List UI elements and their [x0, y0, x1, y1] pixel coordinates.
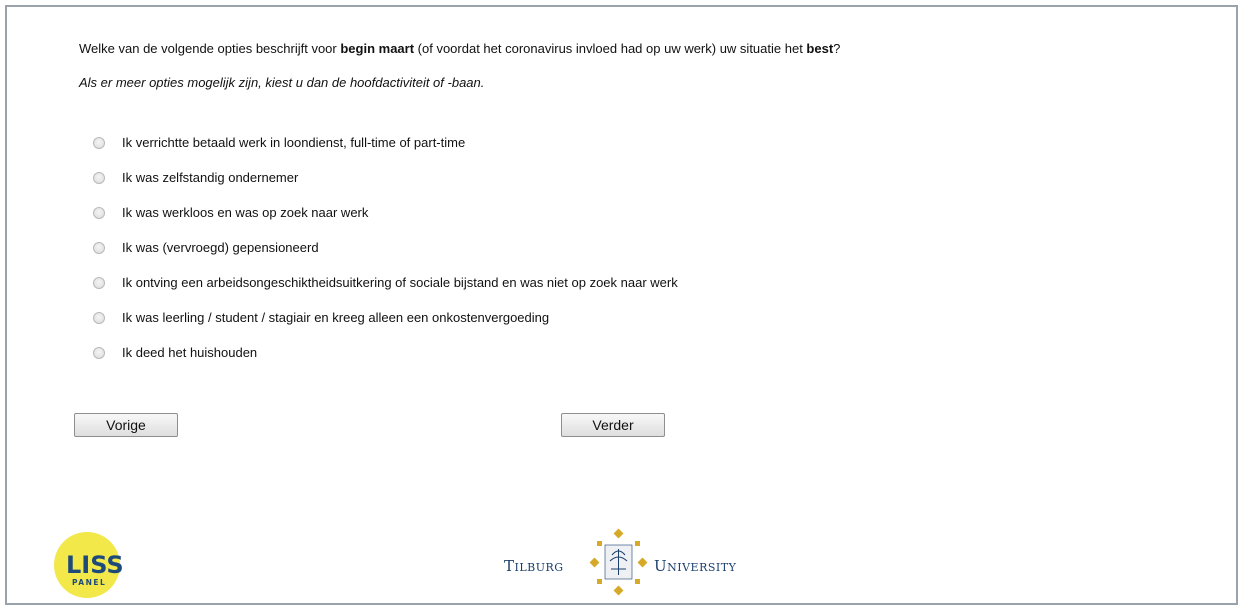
option-huishouden[interactable]: Ik deed het huishouden	[93, 335, 678, 370]
previous-button[interactable]: Vorige	[74, 413, 178, 437]
option-zelfstandig[interactable]: Ik was zelfstandig ondernemer	[93, 160, 678, 195]
tilburg-wordmark-left: Tilburg	[504, 557, 564, 575]
survey-frame: Welke van de volgende opties beschrijft …	[5, 5, 1238, 605]
option-werkloos[interactable]: Ik was werkloos en was op zoek naar werk	[93, 195, 678, 230]
option-gepensioneerd[interactable]: Ik was (vervroegd) gepensioneerd	[93, 230, 678, 265]
tilburg-emblem	[589, 528, 648, 596]
question-emphasis-best: best	[806, 41, 834, 56]
option-label: Ik was werkloos en was op zoek naar werk	[122, 205, 369, 220]
option-label: Ik verrichtte betaald werk in loondienst…	[122, 135, 466, 150]
tilburg-university-logo: Tilburg University	[504, 528, 737, 596]
radio-button[interactable]	[93, 346, 105, 359]
question-emphasis-begin-maart: begin maart	[340, 41, 415, 56]
radio-button[interactable]	[93, 206, 105, 219]
option-label: Ik ontving een arbeidsongeschiktheidsuit…	[122, 275, 678, 290]
radio-button[interactable]	[93, 136, 105, 149]
question-text: Welke van de volgende opties beschrijft …	[79, 41, 841, 56]
option-label: Ik was (vervroegd) gepensioneerd	[122, 240, 319, 255]
option-leerling-student[interactable]: Ik was leerling / student / stagiair en …	[93, 300, 678, 335]
radio-button[interactable]	[93, 276, 105, 289]
option-label: Ik was leerling / student / stagiair en …	[122, 310, 550, 325]
tilburg-wordmark-right: University	[654, 557, 737, 575]
next-button[interactable]: Verder	[561, 413, 665, 437]
radio-button[interactable]	[93, 311, 105, 324]
option-label: Ik deed het huishouden	[122, 345, 258, 360]
radio-button[interactable]	[93, 171, 105, 184]
liss-panel-logo: LISS PANEL	[54, 532, 124, 598]
liss-logo-text: LISS	[66, 551, 124, 579]
radio-button[interactable]	[93, 241, 105, 254]
option-betaald-werk[interactable]: Ik verrichtte betaald werk in loondienst…	[93, 125, 678, 160]
option-arbeidsongeschikt[interactable]: Ik ontving een arbeidsongeschiktheidsuit…	[93, 265, 678, 300]
liss-logo-subtext: PANEL	[72, 578, 106, 587]
option-label: Ik was zelfstandig ondernemer	[122, 170, 299, 185]
instruction-text: Als er meer opties mogelijk zijn, kiest …	[79, 75, 485, 90]
answer-options: Ik verrichtte betaald werk in loondienst…	[93, 125, 678, 370]
